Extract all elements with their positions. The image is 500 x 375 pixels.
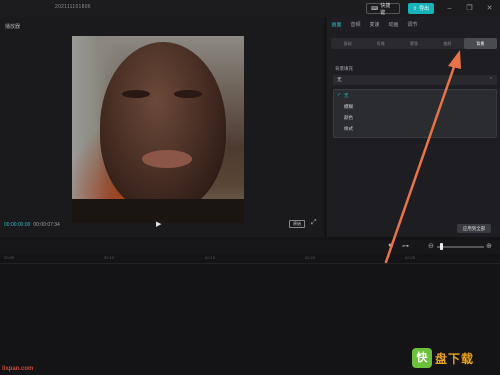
- download-site-logo: 快 盘下载: [412, 344, 496, 372]
- zoom-in-icon[interactable]: ⊕: [486, 242, 492, 250]
- video-eye-right: [174, 90, 202, 98]
- check-icon: ✓: [337, 92, 342, 98]
- logo-mark: 快: [412, 348, 432, 368]
- tab-picture[interactable]: 画面: [327, 17, 346, 31]
- option-label: 样式: [344, 126, 353, 131]
- title-bar: 202111161806 ⌨ 快捷键 ⇪ 导出 – ❐ ✕: [0, 0, 500, 17]
- background-fill-title: 背景填充: [335, 66, 353, 71]
- shortcut-label: 快捷键: [380, 2, 391, 16]
- chevron-up-icon: ⌃: [488, 77, 493, 83]
- apply-all-button[interactable]: 应用到全部: [457, 224, 491, 233]
- subtab-cutout[interactable]: 抠像: [364, 38, 397, 49]
- link-icon[interactable]: ⊶: [402, 242, 409, 250]
- ruler-tick: 00:00: [4, 255, 15, 260]
- keyboard-icon: ⌨: [371, 5, 379, 12]
- select-value: 无: [337, 77, 342, 82]
- option-label: 颜色: [344, 115, 353, 120]
- logo-text: 盘下载: [435, 351, 475, 366]
- microphone-icon[interactable]: ●: [388, 242, 392, 249]
- site-watermark: lixpan.com: [2, 366, 34, 372]
- background-fill-select[interactable]: 无 ⌃: [333, 75, 497, 85]
- ratio-button[interactable]: 原始: [289, 220, 305, 228]
- timeline-ruler[interactable]: 00:00 00:10 00:15 00:20 00:25: [0, 254, 500, 264]
- close-icon[interactable]: ✕: [484, 3, 495, 14]
- player-panel: 播放器 00:00:00:00 00:00:07:34 ▶ 原始 ⤢: [0, 17, 324, 237]
- subtab-mask[interactable]: 蒙版: [397, 38, 430, 49]
- export-icon: ⇪: [412, 5, 418, 12]
- editor-window: 202111161806 ⌨ 快捷键 ⇪ 导出 – ❐ ✕ 播放器 00:00:…: [0, 0, 500, 375]
- timeline-toolbar: ● ⊶ ⊖ ⊕: [0, 240, 500, 254]
- video-preview[interactable]: [72, 36, 244, 223]
- ruler-tick: 00:15: [205, 255, 216, 260]
- shortcut-button[interactable]: ⌨ 快捷键: [366, 2, 400, 16]
- option-blur[interactable]: 模糊: [334, 101, 496, 112]
- option-color[interactable]: 颜色: [334, 112, 496, 123]
- video-mouth: [142, 150, 192, 168]
- subtab-basic[interactable]: 基础: [331, 38, 364, 49]
- zoom-slider-handle[interactable]: [440, 243, 443, 250]
- maximize-icon[interactable]: ❐: [464, 3, 475, 14]
- background-fill-dropdown: ✓ 无 模糊 颜色 样式: [333, 89, 497, 138]
- video-eye-left: [122, 90, 150, 98]
- zoom-out-icon[interactable]: ⊖: [428, 242, 434, 250]
- option-style[interactable]: 样式: [334, 123, 496, 134]
- player-label: 播放器: [5, 24, 21, 30]
- option-label: 模糊: [344, 104, 353, 109]
- total-time: 00:00:07:34: [33, 222, 60, 228]
- subtab-background[interactable]: 背景: [463, 38, 498, 49]
- option-none[interactable]: ✓ 无: [334, 90, 496, 101]
- ruler-tick: 00:25: [405, 255, 416, 260]
- export-button[interactable]: ⇪ 导出: [408, 3, 434, 14]
- property-tabs: 画面 音频 变速 动画 调节: [327, 17, 500, 31]
- project-title: 202111161806: [55, 4, 91, 10]
- option-label: 无: [344, 93, 349, 98]
- minimize-icon[interactable]: –: [444, 3, 455, 14]
- fullscreen-icon[interactable]: ⤢: [311, 219, 317, 227]
- tab-audio[interactable]: 音频: [346, 17, 365, 31]
- subtab-beauty[interactable]: 美颜: [431, 38, 464, 49]
- timecode: 00:00:00:00 00:00:07:34: [4, 222, 60, 228]
- ruler-tick: 00:10: [104, 255, 115, 260]
- tab-animation[interactable]: 动画: [384, 17, 403, 31]
- zoom-slider[interactable]: [437, 246, 484, 248]
- tab-adjust[interactable]: 调节: [403, 17, 422, 31]
- tab-speed[interactable]: 变速: [365, 17, 384, 31]
- picture-subtabs: 基础 抠像 蒙版 美颜 背景: [331, 38, 498, 49]
- export-label: 导出: [419, 6, 430, 12]
- ruler-tick: 00:20: [305, 255, 316, 260]
- video-subject: [100, 42, 226, 212]
- current-time: 00:00:00:00: [4, 222, 31, 228]
- play-icon[interactable]: ▶: [156, 220, 161, 228]
- properties-panel: 画面 音频 变速 动画 调节 基础 抠像 蒙版 美颜 背景 背景填充 无 ⌃ ✓…: [327, 17, 500, 237]
